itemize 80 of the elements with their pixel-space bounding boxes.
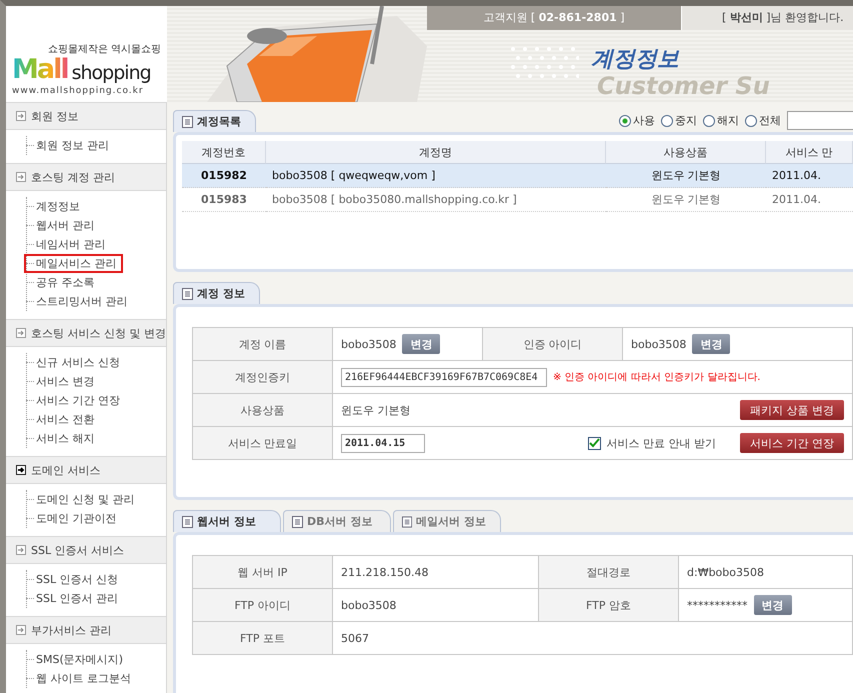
field-label: 서비스 만료일 [193, 427, 333, 460]
field-label: 계정인증키 [193, 361, 333, 394]
field-value: 윈도우 기본형 [341, 402, 410, 418]
field-value: bobo3508 [631, 338, 686, 350]
field-label: FTP 포트 [193, 622, 333, 655]
document-icon [292, 516, 303, 528]
logo-tagline: 쇼핑몰제작은 역시몰쇼핑 [48, 43, 162, 56]
field-value: 211.218.150.48 [341, 566, 428, 578]
logo[interactable]: 쇼핑몰제작은 역시몰쇼핑 Mall shopping www.mallshopping.co.kr [0, 0, 167, 102]
document-icon [182, 516, 193, 528]
field-value: bobo3508 [341, 338, 396, 350]
search-field[interactable] [787, 111, 853, 130]
sidebar-item[interactable]: 도메인 기관이전 [24, 509, 122, 528]
sidebar-item[interactable]: 서비스 변경 [24, 372, 100, 391]
sidebar-item[interactable]: 신규 서비스 신청 [24, 353, 126, 372]
sidebar-item[interactable]: 웹 사이트 로그분석 [24, 669, 137, 688]
sidebar-item[interactable]: 도메인 신청 및 관리 [24, 490, 140, 509]
field-value: 5067 [341, 632, 369, 644]
sidebar-item[interactable]: 공유 주소록 [24, 273, 100, 292]
tab[interactable]: DB서버 정보 [283, 510, 391, 532]
sidebar-section-header[interactable]: SSL 인증서 서비스 [6, 536, 166, 564]
page-title: 계정정보 [591, 46, 679, 74]
sidebar-section-header[interactable]: 호스팅 서비스 신청 및 변경 [6, 319, 166, 347]
input-field[interactable]: 216EF96444EBCF39169F67B7C069C8E4 [341, 368, 547, 386]
checkbox[interactable] [588, 436, 600, 450]
package-change-button[interactable]: 패키지 상품 변경 [740, 400, 844, 420]
status-radio[interactable]: 사용 [619, 113, 655, 128]
document-icon [182, 288, 193, 300]
document-icon [182, 116, 193, 128]
document-icon [402, 516, 412, 528]
checkbox-label: 서비스 만료 안내 받기 [606, 436, 716, 450]
table-cell: 2011.04. [766, 164, 853, 188]
sidebar-item[interactable]: 계정정보 [24, 197, 86, 216]
sidebar-item[interactable]: SMS(문자메시지) [24, 650, 130, 669]
tab[interactable]: 계정 정보 [173, 282, 260, 304]
column-header: 사용상품 [606, 141, 766, 164]
field-label: FTP 암호 [539, 589, 679, 622]
sidebar-item[interactable]: 스트리밍서버 관리 [24, 292, 134, 311]
tab[interactable]: 메일서버 정보 [393, 510, 501, 532]
sidebar-item[interactable]: 서비스 기간 연장 [24, 391, 126, 410]
sidebar-section-header[interactable]: 회원 정보 [6, 102, 166, 130]
table-cell: 윈도우 기본형 [606, 164, 766, 188]
field-label: 절대경로 [539, 556, 679, 589]
status-radio[interactable]: 전체 [745, 113, 781, 128]
extend-period-button[interactable]: 서비스 기간 연장 [740, 433, 844, 453]
sidebar-section-header[interactable]: 부가서비스 관리 [6, 616, 166, 644]
field-label: 사용상품 [193, 394, 333, 427]
sidebar-item[interactable]: 서비스 전환 [24, 410, 100, 429]
logo-url: www.mallshopping.co.kr [12, 86, 145, 96]
status-radio[interactable]: 해지 [703, 113, 739, 128]
warning-note: ※ 인증 아이디에 따라서 인증키가 달라집니다. [553, 371, 760, 384]
sidebar-item[interactable]: 회원 정보 관리 [24, 136, 115, 155]
welcome-message: [ 박선미 ]님 환영합니다. [682, 6, 853, 30]
field-value: bobo3508 [341, 598, 396, 612]
logo-wordmark: shopping [72, 64, 151, 83]
sidebar-item[interactable]: SSL 인증서 관리 [24, 589, 124, 608]
page-subtitle: Customer Su [597, 72, 770, 100]
sidebar-item[interactable]: SSL 인증서 신청 [24, 570, 124, 589]
field-label: FTP 아이디 [193, 589, 333, 622]
sidebar-section-header[interactable]: 도메인 서비스 [6, 456, 166, 484]
sidebar-item[interactable]: 서비스 해지 [24, 429, 100, 448]
column-header: 계정명 [266, 141, 606, 164]
field-label: 인증 아이디 [483, 328, 623, 361]
tab[interactable]: 계정목록 [173, 110, 256, 132]
sidebar-item[interactable]: 네임서버 관리 [24, 235, 112, 254]
field-value: d:₩bobo3508 [687, 566, 764, 578]
field-label: 계정 이름 [193, 328, 333, 361]
table-cell[interactable]: 015982 [182, 164, 266, 188]
tab[interactable]: 웹서버 정보 [173, 510, 281, 532]
sidebar-section-header[interactable]: 호스팅 계정 관리 [6, 163, 166, 191]
table-cell[interactable]: bobo3508 [ qweqweqw,vom ] [266, 164, 606, 188]
status-radio[interactable]: 중지 [661, 113, 697, 128]
column-header: 서비스 만 [766, 141, 853, 164]
customer-support-phone: 고객지원 [ 02-861-2801 ] [427, 6, 682, 30]
sidebar-item[interactable]: 메일서비스 관리 [24, 254, 122, 273]
field-label: 웹 서버 IP [193, 556, 333, 589]
field-value: *********** [687, 598, 748, 612]
sidebar-item[interactable]: 웹서버 관리 [24, 216, 100, 235]
column-header: 계정번호 [182, 141, 266, 164]
input-field[interactable]: 2011.04.15 [341, 434, 425, 452]
